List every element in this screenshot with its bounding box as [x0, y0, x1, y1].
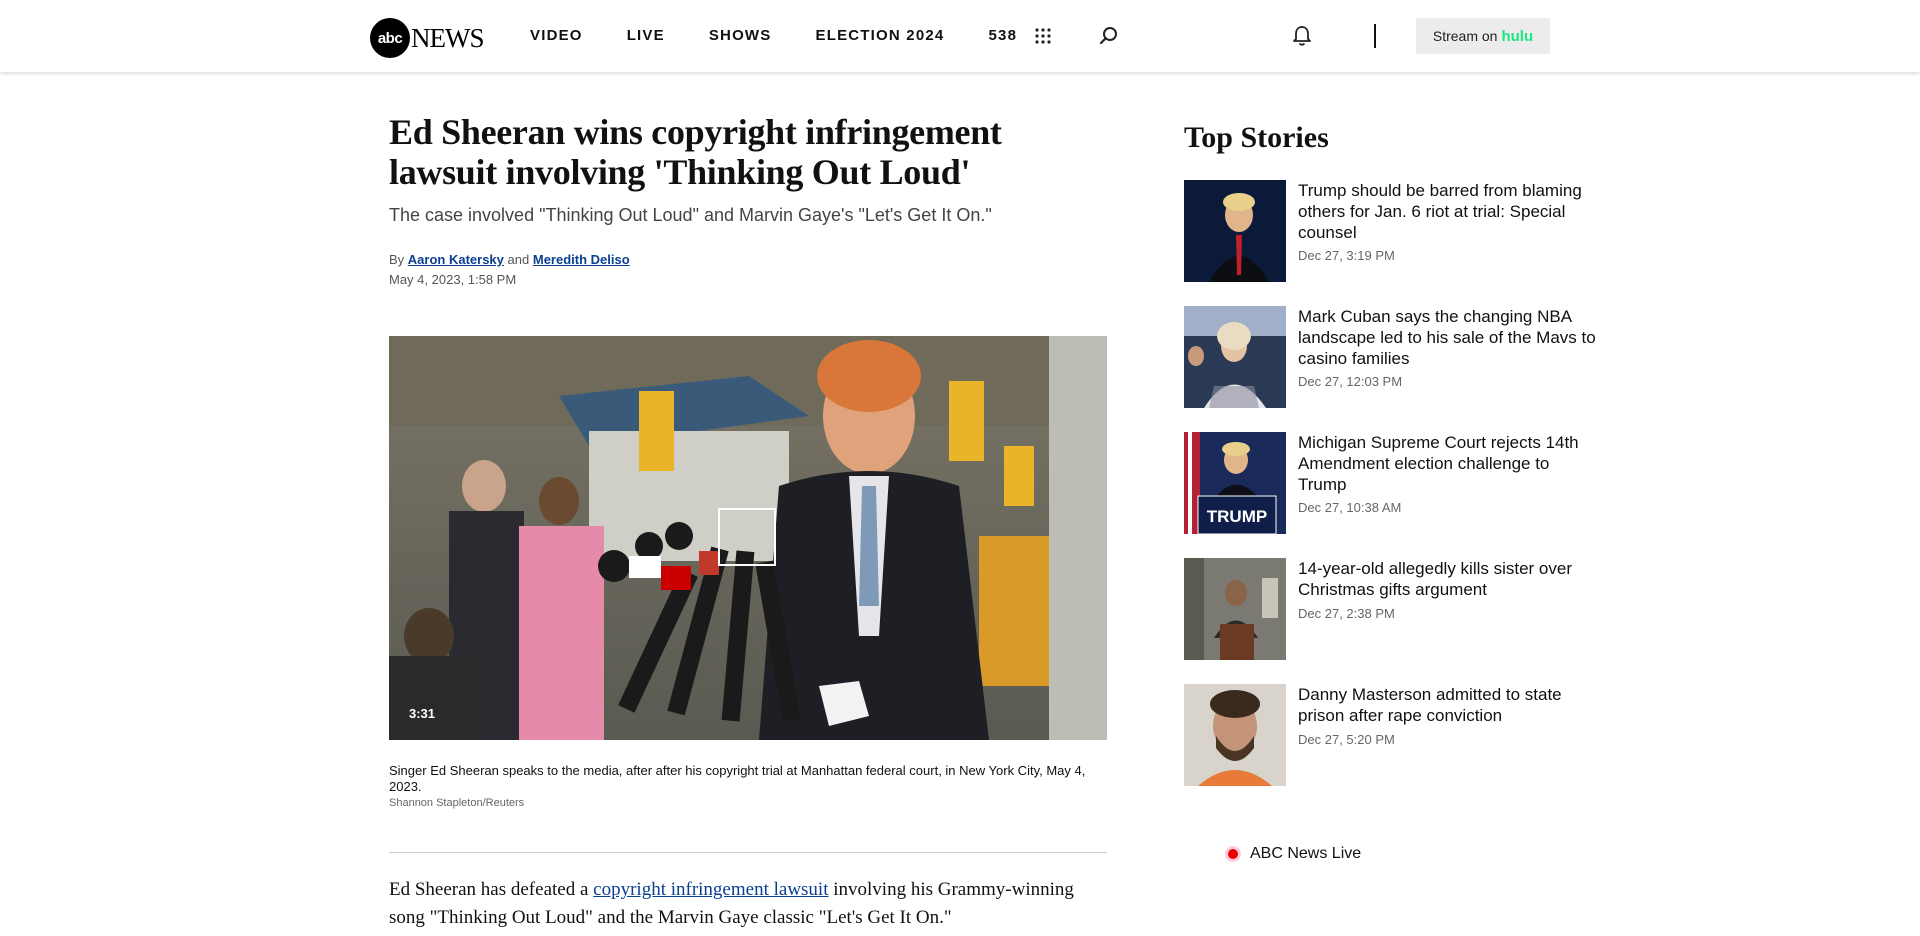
top-story-item[interactable]: 14-year-old allegedly kills sister over … [1184, 558, 1604, 662]
image-credit: Shannon Stapleton/Reuters [389, 797, 525, 809]
nav-live[interactable]: LIVE [627, 27, 665, 44]
play-button[interactable] [718, 508, 776, 566]
article-subhead: The case involved "Thinking Out Loud" an… [389, 205, 992, 225]
live-label: ABC News Live [1250, 845, 1362, 862]
story-title[interactable]: Danny Masterson admitted to state prison… [1298, 684, 1598, 726]
story-date: Dec 27, 3:19 PM [1298, 248, 1395, 263]
top-story-item[interactable]: Mark Cuban says the changing NBA landsca… [1184, 306, 1604, 410]
copyright-lawsuit-link[interactable]: copyright infringement lawsuit [593, 879, 828, 900]
nav-election-2024[interactable]: ELECTION 2024 [816, 27, 945, 44]
nav-shows[interactable]: SHOWS [709, 27, 772, 44]
bell-icon[interactable] [1290, 24, 1314, 48]
top-story-item[interactable]: Danny Masterson admitted to state prison… [1184, 684, 1604, 788]
story-thumbnail[interactable] [1184, 180, 1286, 282]
apps-grid-icon[interactable] [1031, 24, 1055, 48]
story-thumbnail[interactable] [1184, 684, 1286, 786]
story-date: Dec 27, 5:20 PM [1298, 732, 1395, 747]
story-title[interactable]: Michigan Supreme Court rejects 14th Amen… [1298, 432, 1598, 495]
nav-538[interactable]: 538 [988, 27, 1017, 44]
article-body-paragraph: Ed Sheeran has defeated a copyright infr… [389, 876, 1107, 932]
story-title[interactable]: 14-year-old allegedly kills sister over … [1298, 558, 1598, 600]
story-date: Dec 27, 12:03 PM [1298, 374, 1403, 389]
article-divider [389, 852, 1107, 853]
main-nav: VIDEO LIVE SHOWS ELECTION 2024 538 [530, 27, 1061, 44]
image-caption: Singer Ed Sheeran speaks to the media, a… [389, 763, 1086, 794]
story-thumbnail[interactable]: TRUMP [1184, 432, 1286, 534]
abc-news-live-link[interactable]: ABC News Live [1228, 845, 1361, 863]
nav-video[interactable]: VIDEO [530, 27, 583, 44]
search-icon[interactable] [1097, 24, 1121, 48]
story-date: Dec 27, 2:38 PM [1298, 606, 1395, 621]
stream-on-label: Stream on [1432, 28, 1498, 44]
story-title[interactable]: Trump should be barred from blaming othe… [1298, 180, 1598, 243]
story-date: Dec 27, 10:38 AM [1298, 500, 1402, 515]
abc-news-logo[interactable]: abc NEWS [370, 18, 484, 58]
byline-and: and [507, 252, 530, 267]
abc-logo-mark: abc [370, 18, 410, 58]
story-thumbnail[interactable] [1184, 558, 1286, 660]
site-header: abc NEWS VIDEO LIVE SHOWS ELECTION 2024 … [0, 0, 1920, 72]
article-headline: Ed Sheeran wins copyright infringement l… [389, 112, 1002, 192]
article-date: May 4, 2023, 1:58 PM [389, 272, 517, 287]
header-divider [1374, 24, 1376, 48]
live-indicator-icon [1228, 849, 1238, 859]
hulu-wordmark: hulu [1501, 27, 1534, 45]
story-title[interactable]: Mark Cuban says the changing NBA landsca… [1298, 306, 1598, 369]
news-wordmark: NEWS [411, 22, 484, 53]
author-link-meredith-deliso[interactable]: Meredith Deliso [533, 252, 630, 267]
top-stories-heading: Top Stories [1184, 121, 1329, 154]
top-story-item[interactable]: TRUMP Michigan Supreme Court rejects 14t… [1184, 432, 1604, 536]
byline: By Aaron Katersky and Meredith Deliso [389, 252, 630, 267]
author-link-aaron-katersky[interactable]: Aaron Katersky [408, 252, 504, 267]
byline-by: By [389, 252, 405, 267]
stream-on-hulu-button[interactable]: Stream on hulu [1416, 18, 1550, 54]
body-text-start: Ed Sheeran has defeated a [389, 879, 594, 900]
video-duration: 3:31 [409, 706, 436, 721]
top-story-item[interactable]: Trump should be barred from blaming othe… [1184, 180, 1604, 284]
story-thumbnail[interactable] [1184, 306, 1286, 408]
thumbnail-sign-text: TRUMP [1207, 507, 1267, 526]
